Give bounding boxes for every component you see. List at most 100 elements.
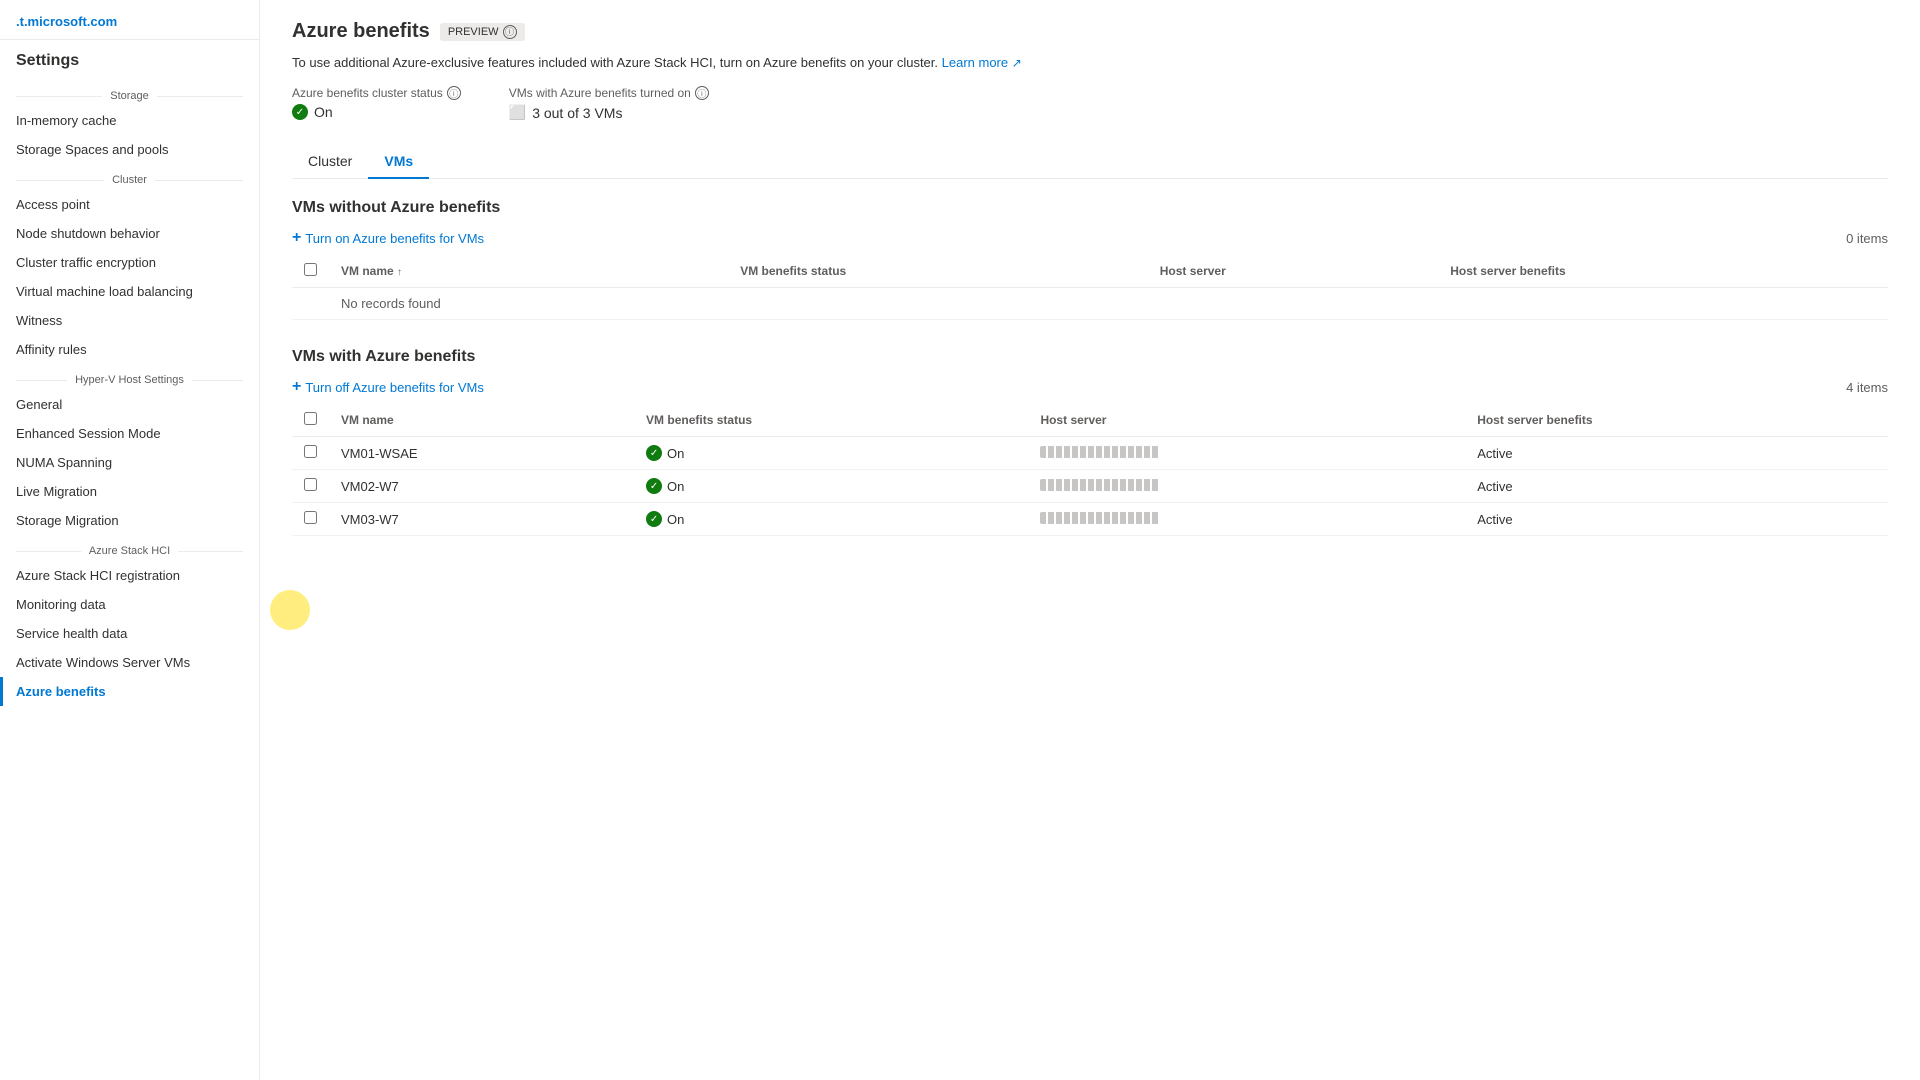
sidebar-item-general[interactable]: General — [0, 390, 259, 419]
check-circle-icon: ✓ — [292, 104, 308, 120]
sidebar-item-activate-windows[interactable]: Activate Windows Server VMs — [0, 648, 259, 677]
tab-cluster[interactable]: Cluster — [292, 145, 368, 179]
preview-badge: PREVIEW ⓘ — [440, 23, 525, 41]
azure-stack-section-divider: Azure Stack HCI — [0, 535, 259, 561]
vms-with-action-row: + Turn off Azure benefits for VMs 4 item… — [292, 378, 1888, 396]
sidebar-item-storage-spaces[interactable]: Storage Spaces and pools — [0, 135, 259, 164]
row-checkbox-2[interactable] — [304, 511, 317, 524]
row-checkbox-1[interactable] — [304, 478, 317, 491]
check-circle-icon: ✓ — [646, 478, 662, 494]
sort-icon: ↑ — [397, 267, 402, 278]
cluster-status-label: Azure benefits cluster status ⓘ — [292, 86, 461, 100]
sidebar-item-vm-load-balancing[interactable]: Virtual machine load balancing — [0, 277, 259, 306]
table-header-row: VM name ↑ VM benefits status Host server… — [292, 255, 1888, 288]
host-server-cell — [1028, 503, 1465, 536]
turn-on-label: Turn on Azure benefits for VMs — [305, 231, 484, 246]
no-records-text: No records found — [329, 288, 728, 320]
vms-with-header-row: VM name VM benefits status Host server H… — [292, 404, 1888, 437]
vms-without-title: VMs without Azure benefits — [292, 199, 1888, 217]
host-server-benefits-header: Host server benefits — [1438, 255, 1888, 288]
domain-label: .t.microsoft.com — [0, 0, 259, 40]
turn-on-benefits-button[interactable]: + Turn on Azure benefits for VMs — [292, 229, 484, 247]
vm-status-cell: ✓ On — [634, 503, 1028, 536]
sidebar-item-affinity-rules[interactable]: Affinity rules — [0, 335, 259, 364]
vm-status-cell: ✓ On — [634, 437, 1028, 470]
sidebar-item-node-shutdown[interactable]: Node shutdown behavior — [0, 219, 259, 248]
vms-without-count: 0 items — [1846, 231, 1888, 246]
vms-with-table: VM name VM benefits status Host server H… — [292, 404, 1888, 536]
vms-with-select-all-checkbox[interactable] — [304, 412, 317, 425]
cluster-status-block: Azure benefits cluster status ⓘ ✓ On — [292, 86, 461, 121]
hyperv-section-divider: Hyper-V Host Settings — [0, 364, 259, 390]
select-all-header — [292, 255, 329, 288]
vm-icon: ⬜ — [509, 104, 526, 121]
sidebar-item-live-migration[interactable]: Live Migration — [0, 477, 259, 506]
cluster-section-divider: Cluster — [0, 164, 259, 190]
sidebar-item-numa-spanning[interactable]: NUMA Spanning — [0, 448, 259, 477]
turn-off-benefits-button[interactable]: + Turn off Azure benefits for VMs — [292, 378, 484, 396]
vm-name-header: VM name ↑ — [329, 255, 728, 288]
host-server-header: Host server — [1148, 255, 1439, 288]
vms-without-action-row: + Turn on Azure benefits for VMs 0 items — [292, 229, 1888, 247]
sidebar-item-service-health[interactable]: Service health data — [0, 619, 259, 648]
learn-more-link[interactable]: Learn more ↗ — [942, 55, 1022, 70]
check-circle-icon: ✓ — [646, 445, 662, 461]
vms-with-select-all-header — [292, 404, 329, 437]
vms-with-host-server-header: Host server — [1028, 404, 1465, 437]
row-checkbox-0[interactable] — [304, 445, 317, 458]
host-benefits-cell: Active — [1465, 503, 1888, 536]
vms-with-count: 4 items — [1846, 380, 1888, 395]
sidebar-item-witness[interactable]: Witness — [0, 306, 259, 335]
tabs: Cluster VMs — [292, 145, 1888, 179]
sidebar-item-access-point[interactable]: Access point — [0, 190, 259, 219]
sidebar-item-monitoring-data[interactable]: Monitoring data — [0, 590, 259, 619]
cluster-status-info-icon[interactable]: ⓘ — [447, 86, 461, 100]
vms-with-title: VMs with Azure benefits — [292, 348, 1888, 366]
vms-status-value: ⬜ 3 out of 3 VMs — [509, 104, 709, 121]
plus-icon: + — [292, 229, 301, 247]
storage-section-divider: Storage — [0, 80, 259, 106]
table-row: VM03-W7 ✓ On Active — [292, 503, 1888, 536]
vms-status-info-icon[interactable]: ⓘ — [695, 86, 709, 100]
preview-label: PREVIEW — [448, 26, 499, 38]
vms-status-label: VMs with Azure benefits turned on ⓘ — [509, 86, 709, 100]
page-title: Azure benefits — [292, 20, 430, 43]
page-header: Azure benefits PREVIEW ⓘ — [292, 20, 1888, 43]
table-row: VM02-W7 ✓ On Active — [292, 470, 1888, 503]
circle-minus-icon: + — [292, 378, 301, 396]
vm-name-cell: VM01-WSAE — [329, 437, 634, 470]
cluster-status-value: ✓ On — [292, 104, 461, 120]
sidebar-item-azure-benefits[interactable]: Azure benefits — [0, 677, 259, 706]
no-records-row: No records found — [292, 288, 1888, 320]
sidebar-item-storage-migration[interactable]: Storage Migration — [0, 506, 259, 535]
host-server-cell — [1028, 470, 1465, 503]
status-row: Azure benefits cluster status ⓘ ✓ On VMs… — [292, 86, 1888, 121]
sidebar-item-cluster-traffic[interactable]: Cluster traffic encryption — [0, 248, 259, 277]
host-benefits-cell: Active — [1465, 470, 1888, 503]
check-circle-icon: ✓ — [646, 511, 662, 527]
vms-with-vm-name-header: VM name — [329, 404, 634, 437]
vms-without-table: VM name ↑ VM benefits status Host server… — [292, 255, 1888, 320]
vms-with-host-benefits-header: Host server benefits — [1465, 404, 1888, 437]
sidebar-item-azure-stack-reg[interactable]: Azure Stack HCI registration — [0, 561, 259, 590]
select-all-checkbox[interactable] — [304, 263, 317, 276]
host-benefits-cell: Active — [1465, 437, 1888, 470]
vm-benefits-status-header: VM benefits status — [728, 255, 1148, 288]
vms-with-section: VMs with Azure benefits + Turn off Azure… — [292, 348, 1888, 536]
sidebar: .t.microsoft.com Settings Storage In-mem… — [0, 0, 260, 1080]
table-row: VM01-WSAE ✓ On Active — [292, 437, 1888, 470]
cluster-status-text: On — [314, 104, 333, 120]
external-link-icon: ↗ — [1012, 56, 1022, 70]
host-server-cell — [1028, 437, 1465, 470]
vm-name-cell: VM03-W7 — [329, 503, 634, 536]
vms-with-vm-status-header: VM benefits status — [634, 404, 1028, 437]
vm-name-cell: VM02-W7 — [329, 470, 634, 503]
page-description: To use additional Azure-exclusive featur… — [292, 55, 1888, 70]
tab-vms[interactable]: VMs — [368, 145, 429, 179]
vms-without-section: VMs without Azure benefits + Turn on Azu… — [292, 199, 1888, 320]
sidebar-item-enhanced-session[interactable]: Enhanced Session Mode — [0, 419, 259, 448]
preview-info-icon[interactable]: ⓘ — [503, 25, 517, 39]
main-content: Azure benefits PREVIEW ⓘ To use addition… — [260, 0, 1920, 1080]
sidebar-item-in-memory-cache[interactable]: In-memory cache — [0, 106, 259, 135]
vm-status-cell: ✓ On — [634, 470, 1028, 503]
